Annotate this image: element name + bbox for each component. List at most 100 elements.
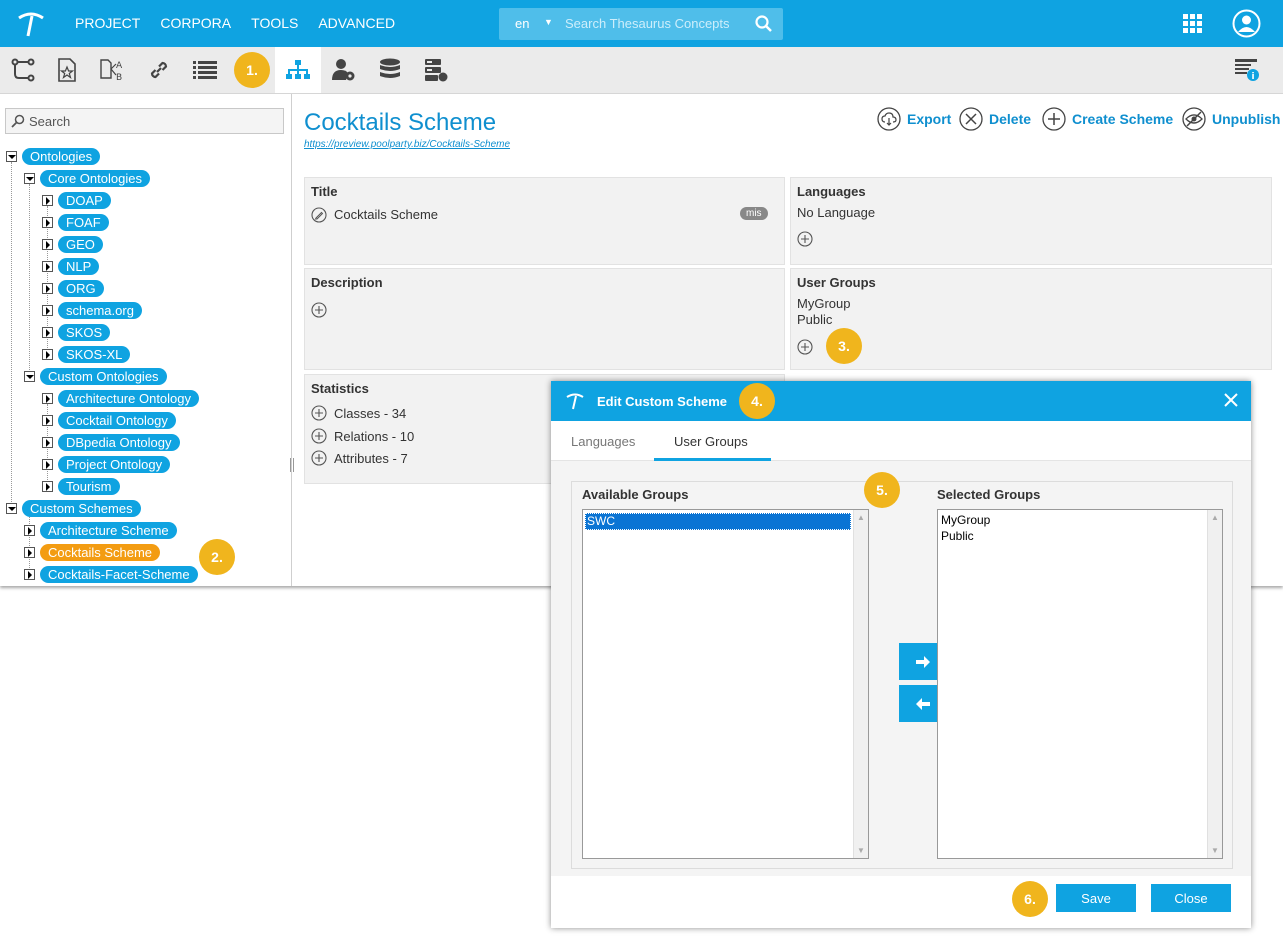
- collapse-toggle-icon[interactable]: [24, 569, 35, 580]
- collapse-toggle-icon[interactable]: [42, 349, 53, 360]
- delete-button[interactable]: Delete: [959, 107, 1031, 131]
- search-icon[interactable]: [755, 15, 773, 33]
- edit-pencil-icon[interactable]: [311, 207, 327, 223]
- thesaurus-search: en ▼ Search Thesaurus Concepts: [499, 8, 783, 40]
- collapse-toggle-icon[interactable]: [42, 305, 53, 316]
- menu-corpora[interactable]: CORPORA: [160, 15, 231, 31]
- collapse-toggle-icon[interactable]: [42, 415, 53, 426]
- add-user-group-icon[interactable]: [797, 339, 813, 355]
- scheme-url-link[interactable]: https://preview.poolparty.biz/Cocktails-…: [304, 139, 510, 150]
- favorites-icon[interactable]: [44, 47, 90, 93]
- link-icon[interactable]: [136, 47, 182, 93]
- tree-node-tourism[interactable]: Tourism: [58, 478, 120, 495]
- server-icon[interactable]: [413, 47, 459, 93]
- unpublish-label: Unpublish: [1212, 111, 1281, 127]
- collapse-toggle-icon[interactable]: [42, 239, 53, 250]
- org-chart-icon[interactable]: [275, 47, 321, 93]
- collapse-toggle-icon[interactable]: [42, 481, 53, 492]
- tree-node-dbpedia-ontology[interactable]: DBpedia Ontology: [58, 434, 180, 451]
- caret-down-icon[interactable]: ▼: [544, 17, 553, 27]
- collapse-toggle-icon[interactable]: [42, 195, 53, 206]
- tab-languages[interactable]: Languages: [571, 434, 635, 449]
- user-account-icon[interactable]: [1232, 9, 1261, 38]
- database-icon[interactable]: [367, 47, 413, 93]
- user-settings-icon[interactable]: [321, 47, 367, 93]
- search-icon: [11, 114, 25, 128]
- tree-node-nlp[interactable]: NLP: [58, 258, 100, 275]
- close-icon[interactable]: [1224, 393, 1238, 407]
- export-button[interactable]: Export: [877, 107, 951, 131]
- save-button[interactable]: Save: [1056, 884, 1136, 912]
- list-item[interactable]: MyGroup: [941, 513, 990, 528]
- expand-toggle-icon[interactable]: [24, 173, 35, 184]
- info-panel-icon[interactable]: i: [1224, 47, 1270, 93]
- main-menu: PROJECT CORPORA TOOLS ADVANCED: [75, 15, 415, 31]
- language-tag-badge: mis: [740, 207, 768, 220]
- collapse-toggle-icon[interactable]: [42, 459, 53, 470]
- selected-groups-list[interactable]: MyGroup Public ▲ ▼: [937, 509, 1223, 859]
- collapse-toggle-icon[interactable]: [42, 327, 53, 338]
- scrollbar[interactable]: ▲ ▼: [1207, 510, 1222, 858]
- collapse-toggle-icon[interactable]: [24, 547, 35, 558]
- menu-advanced[interactable]: ADVANCED: [318, 15, 395, 31]
- collapse-toggle-icon[interactable]: [42, 437, 53, 448]
- tree-node-architecture-ontology[interactable]: Architecture Ontology: [58, 390, 200, 407]
- language-select[interactable]: en: [515, 16, 529, 31]
- list-icon[interactable]: [182, 47, 228, 93]
- tree-node-custom-schemes[interactable]: Custom Schemes: [22, 500, 141, 517]
- tree-node-project-ontology[interactable]: Project Ontology: [58, 456, 171, 473]
- alignment-icon[interactable]: AB: [90, 47, 136, 93]
- add-language-icon[interactable]: [797, 231, 813, 247]
- tree-node-skos-xl[interactable]: SKOS-XL: [58, 346, 131, 363]
- selected-groups-label: Selected Groups: [937, 487, 1041, 502]
- scrollbar[interactable]: ▲ ▼: [853, 510, 868, 858]
- list-item[interactable]: SWC: [585, 513, 851, 530]
- statistics-classes: Classes - 34: [334, 406, 407, 421]
- expand-plus-icon[interactable]: [311, 405, 327, 421]
- collapse-toggle-icon[interactable]: [42, 261, 53, 272]
- menu-project[interactable]: PROJECT: [75, 15, 140, 31]
- edit-custom-scheme-dialog: Edit Custom Scheme 4. Languages User Gro…: [551, 381, 1251, 928]
- available-groups-list[interactable]: SWC ▲ ▼: [582, 509, 869, 859]
- collapse-toggle-icon[interactable]: [42, 283, 53, 294]
- expand-toggle-icon[interactable]: [6, 503, 17, 514]
- user-group-item: MyGroup: [797, 296, 851, 311]
- collapse-toggle-icon[interactable]: [24, 525, 35, 536]
- step-badge-6: 6.: [1012, 881, 1048, 917]
- tree-search-input[interactable]: Search: [5, 108, 284, 134]
- tree-node-schema-org[interactable]: schema.org: [58, 302, 142, 319]
- collapse-toggle-icon[interactable]: [42, 217, 53, 228]
- tree-node-cocktail-ontology[interactable]: Cocktail Ontology: [58, 412, 176, 429]
- menu-tools[interactable]: TOOLS: [251, 15, 298, 31]
- unpublish-button[interactable]: Unpublish: [1182, 107, 1280, 131]
- tree-node-geo[interactable]: GEO: [58, 236, 103, 253]
- tree-node-org[interactable]: ORG: [58, 280, 104, 297]
- title-panel-heading: Title: [311, 184, 338, 199]
- tree-node-doap[interactable]: DOAP: [58, 192, 111, 209]
- tree-node-core-ontologies[interactable]: Core Ontologies: [40, 170, 150, 187]
- tree-node-foaf[interactable]: FOAF: [58, 214, 109, 231]
- hierarchy-tree-icon[interactable]: [0, 47, 46, 93]
- tree-node-cocktails-facet-scheme[interactable]: Cocktails-Facet-Scheme: [40, 566, 198, 583]
- search-input[interactable]: Search Thesaurus Concepts: [565, 16, 730, 31]
- poolparty-logo-icon[interactable]: [16, 10, 46, 38]
- tab-user-groups[interactable]: User Groups: [674, 434, 748, 449]
- dialog-tabs: Languages User Groups: [551, 421, 1251, 461]
- tree-node-cocktails-scheme[interactable]: Cocktails Scheme: [40, 544, 161, 561]
- tree-node-custom-ontologies[interactable]: Custom Ontologies: [40, 368, 167, 385]
- create-scheme-button[interactable]: Create Scheme: [1042, 107, 1173, 131]
- tree-node-ontologies[interactable]: Ontologies: [22, 148, 101, 165]
- list-item[interactable]: Public: [941, 529, 974, 544]
- tree-node-skos[interactable]: SKOS: [58, 324, 111, 341]
- add-description-icon[interactable]: [311, 302, 327, 318]
- tree-node-architecture-scheme[interactable]: Architecture Scheme: [40, 522, 177, 539]
- expand-toggle-icon[interactable]: [24, 371, 35, 382]
- expand-plus-icon[interactable]: [311, 450, 327, 466]
- expand-toggle-icon[interactable]: [6, 151, 17, 162]
- expand-plus-icon[interactable]: [311, 428, 327, 444]
- poolparty-logo-icon: [566, 393, 584, 410]
- apps-grid-icon[interactable]: [1183, 14, 1202, 33]
- close-button[interactable]: Close: [1151, 884, 1231, 912]
- languages-value: No Language: [797, 205, 876, 220]
- collapse-toggle-icon[interactable]: [42, 393, 53, 404]
